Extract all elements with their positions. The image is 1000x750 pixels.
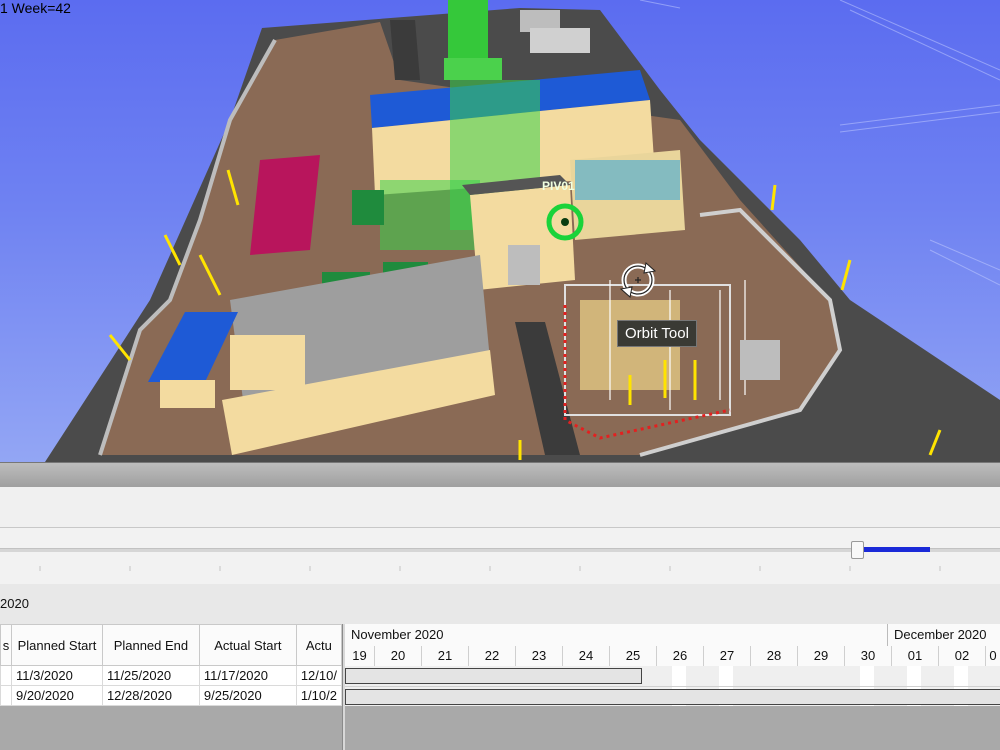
table-cell[interactable]: 11/25/2020 [101, 665, 200, 686]
gantt-chart: November 2020 December 2020 19 20 21 22 … [345, 624, 1000, 750]
table-header-row: s Planned Start Planned End Actual Start… [0, 624, 343, 666]
gantt-rows [345, 666, 1000, 706]
task-grid: s Planned Start Planned End Actual Start… [0, 624, 343, 750]
current-date-label: 2020 [0, 596, 29, 611]
column-header-planned-end[interactable]: Planned End [101, 624, 200, 666]
playback-slider-track[interactable] [0, 548, 1000, 552]
month-label: December 2020 [894, 627, 987, 642]
table-row[interactable]: 11/3/2020 11/25/2020 11/17/2020 12/10/ [0, 665, 343, 686]
day-label: 02 [939, 646, 986, 666]
day-label: 19 [345, 646, 375, 666]
orbit-tool-tooltip: Orbit Tool [617, 320, 697, 347]
day-label: 21 [422, 646, 469, 666]
pivot-label: PIV01 [542, 179, 575, 193]
tank-array [250, 155, 320, 255]
day-label: 30 [845, 646, 892, 666]
table-cell[interactable]: 9/20/2020 [10, 685, 103, 706]
day-label: 24 [563, 646, 610, 666]
table-cell[interactable] [0, 665, 12, 686]
day-label: 26 [657, 646, 704, 666]
day-label: 27 [704, 646, 751, 666]
column-header-actual-start[interactable]: Actual Start [198, 624, 297, 666]
table-cell[interactable]: 12/10/ [295, 665, 343, 686]
column-header-status[interactable]: s [0, 624, 12, 666]
task-table: s Planned Start Planned End Actual Start… [0, 624, 343, 706]
week-scale-label: 1 Week=42 [0, 0, 71, 16]
timeliner-toolbar [0, 487, 1000, 528]
day-label: 25 [610, 646, 657, 666]
gantt-task-bar[interactable] [345, 689, 1000, 705]
column-header-planned-start[interactable]: Planned Start [10, 624, 103, 666]
day-label: 01 [892, 646, 939, 666]
day-label: 29 [798, 646, 845, 666]
gantt-day-header: 19 20 21 22 23 24 25 26 27 28 29 30 01 0… [345, 646, 1000, 667]
table-cell[interactable]: 1/10/2 [295, 685, 343, 706]
plant-model-render[interactable] [0, 0, 1000, 462]
gantt-task-bar[interactable] [345, 668, 642, 684]
day-label: 23 [516, 646, 563, 666]
playback-progress [864, 547, 930, 552]
day-label: 0 [986, 646, 1000, 666]
slider-ticks [39, 566, 941, 571]
table-cell[interactable]: 9/25/2020 [198, 685, 297, 706]
playback-slider-area [0, 528, 1000, 584]
table-cell[interactable]: 11/3/2020 [10, 665, 103, 686]
panel-splitter[interactable] [0, 462, 1000, 488]
3d-viewport[interactable]: 1 Week=42 PIV01 Orbit Tool [0, 0, 1000, 462]
day-label: 22 [469, 646, 516, 666]
day-label: 20 [375, 646, 422, 666]
playback-slider-thumb[interactable] [851, 541, 864, 559]
month-label: November 2020 [351, 627, 444, 642]
orbit-cursor-icon [619, 262, 657, 298]
table-row[interactable]: 9/20/2020 12/28/2020 9/25/2020 1/10/2 [0, 685, 343, 706]
table-cell[interactable] [0, 685, 12, 706]
gantt-month-header: November 2020 December 2020 [345, 624, 1000, 647]
day-label: 28 [751, 646, 798, 666]
table-cell[interactable]: 11/17/2020 [198, 665, 297, 686]
table-cell[interactable]: 12/28/2020 [101, 685, 200, 706]
column-header-actual-end[interactable]: Actu [295, 624, 343, 666]
